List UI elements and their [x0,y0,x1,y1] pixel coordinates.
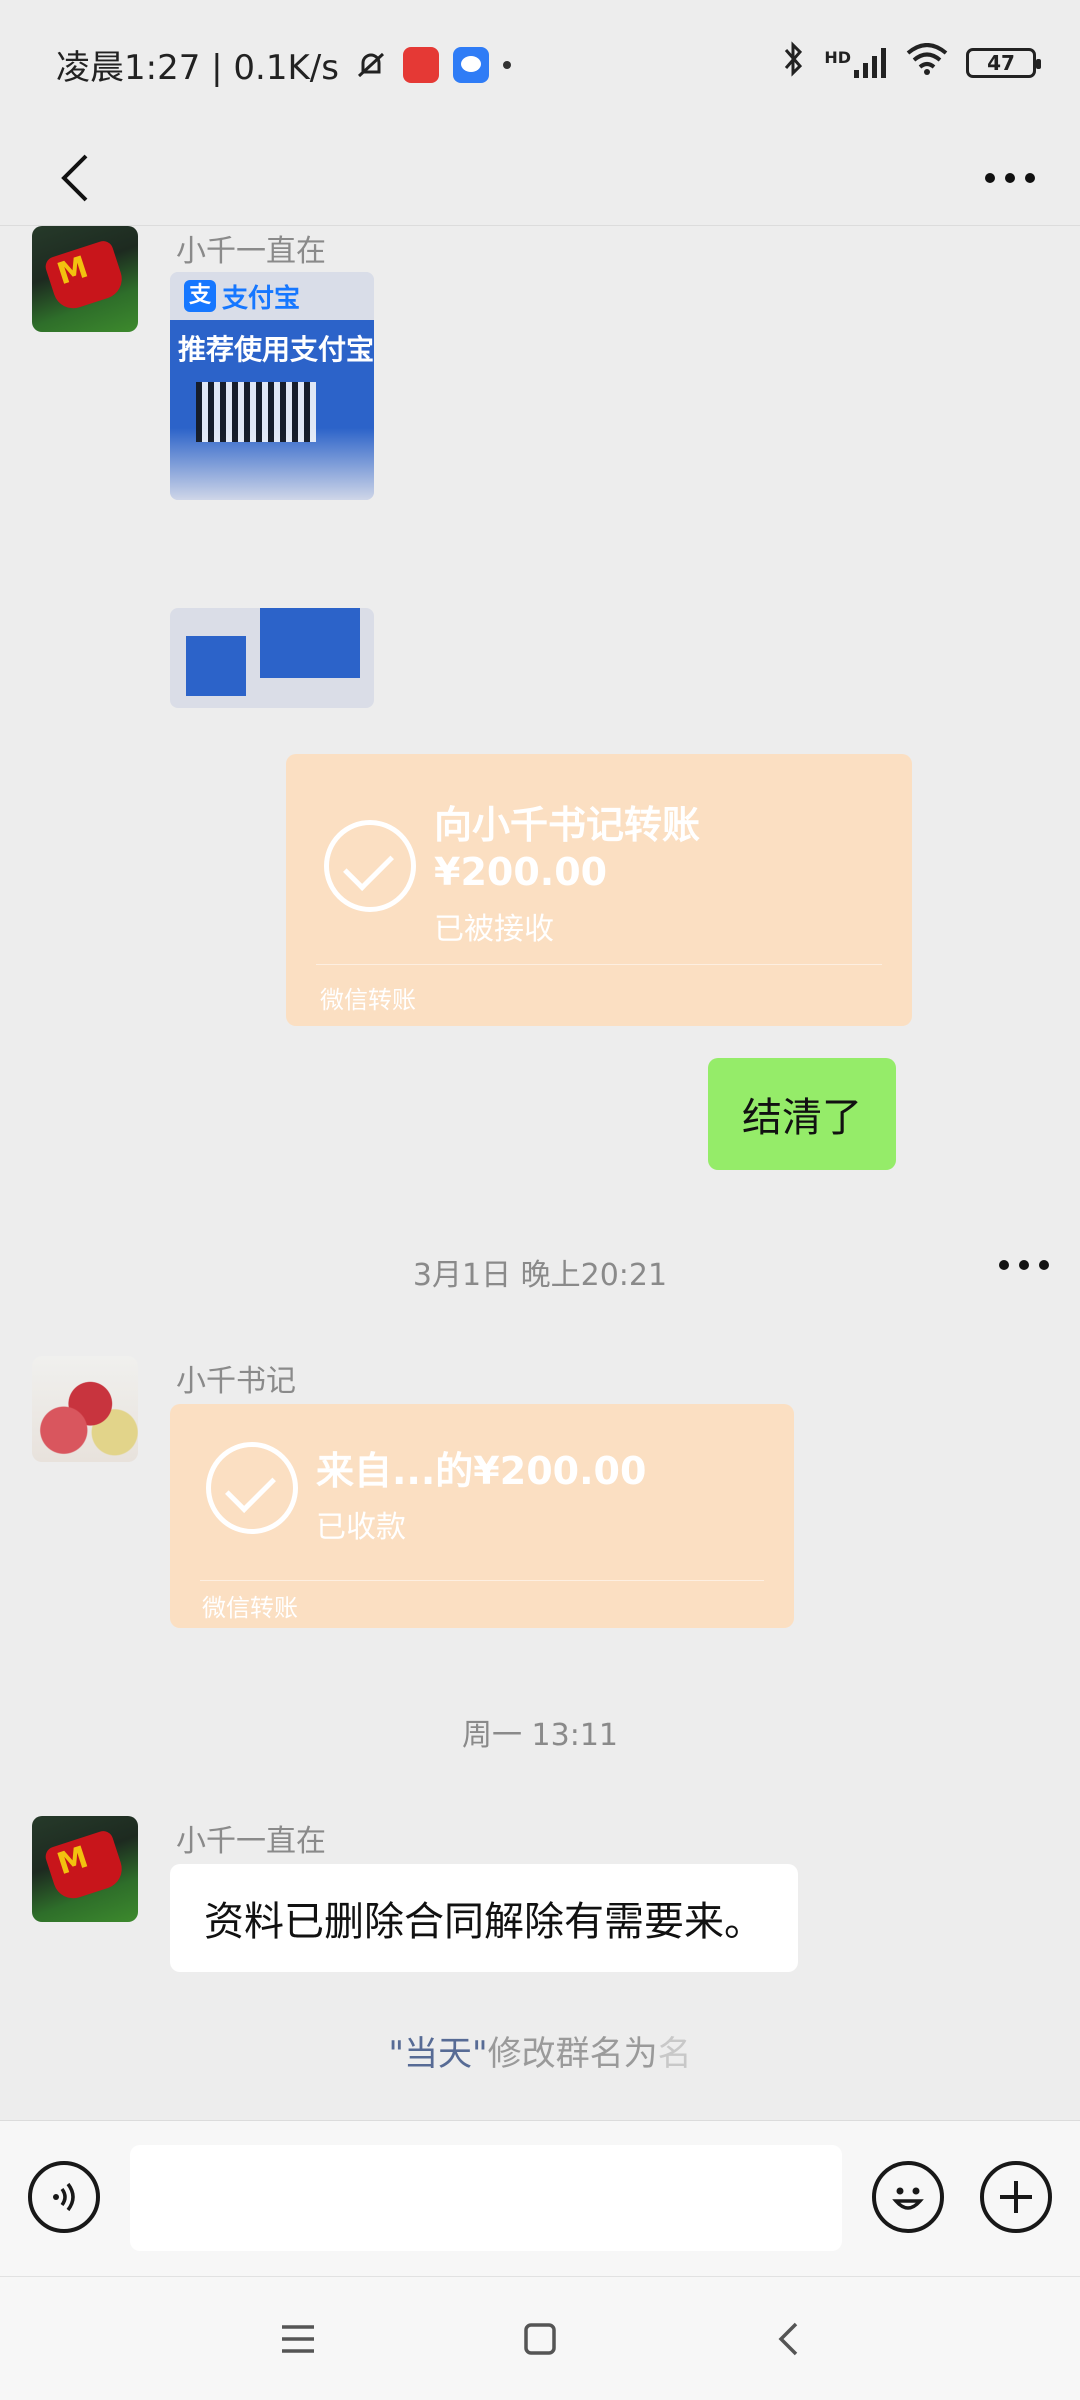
message-app-icon [452,46,489,83]
emoji-icon [892,2187,924,2210]
menu-icon [282,2325,314,2353]
alipay-banner-text: 推荐使用支付宝 [178,333,374,366]
more-functions-button[interactable] [980,2161,1052,2233]
battery-indicator: 47 [966,47,1041,78]
system-message-text: 修改群名为 [487,2034,658,2074]
signal-icon: HD [824,47,888,78]
chat-input-bar [0,2120,1080,2276]
back-button[interactable] [36,138,116,218]
bluetooth-icon [782,40,806,85]
avatar[interactable] [32,226,138,332]
more-options-button[interactable] [970,138,1050,218]
timestamp: 3月1日 晚上20:21 [412,1258,668,1293]
system-message-trail: 名 [657,2034,692,2074]
message-input[interactable] [130,2145,842,2251]
transfer-title: 来自...的¥200.00 [316,1449,647,1493]
transfer-footer: 微信转账 [202,1594,298,1622]
status-bar: 凌晨1:27 | 0.1K/s HD 47 [0,0,1080,126]
avatar[interactable] [32,1356,138,1462]
sent-text-bubble[interactable]: 结清了 [708,1058,896,1170]
image-message[interactable] [170,608,374,708]
group-name-link[interactable]: "当天" [388,2034,487,2074]
system-message: "当天"修改群名为名 [0,2026,1080,2075]
status-time-speed: 凌晨1:27 | 0.1K/s [56,48,339,88]
transfer-status: 已收款 [316,1510,406,1545]
back-icon [778,2322,798,2356]
system-back-button[interactable] [756,2307,820,2371]
check-circle-icon [324,820,416,912]
image-message[interactable]: 支付宝 推荐使用支付宝 [170,272,374,500]
home-button[interactable] [508,2307,572,2371]
transfer-footer: 微信转账 [320,986,416,1014]
sender-name: 小千一直在 [176,1824,326,1859]
more-dots-icon [985,173,1035,183]
mute-bell-icon [353,47,389,83]
status-right: HD 47 [782,40,1041,85]
timestamp: 周一 13:11 [462,1718,618,1753]
chevron-left-icon [61,154,88,202]
system-navigation-bar [0,2276,1080,2400]
received-text-bubble[interactable]: 资料已删除合同解除有需要来。 [170,1864,798,1972]
home-icon [524,2323,556,2355]
qr-code-image [196,382,316,442]
status-left: 凌晨1:27 | 0.1K/s [56,40,511,89]
alipay-logo-text: 支付宝 [170,272,374,320]
transfer-amount: ¥200.00 [434,850,608,894]
more-dots-icon[interactable] [998,1256,1050,1275]
recent-apps-button[interactable] [266,2307,330,2371]
transfer-card-received[interactable]: 来自...的¥200.00 已收款 微信转账 [170,1404,794,1628]
more-notifications-dot [502,60,511,69]
chat-header [0,126,1080,226]
avatar[interactable] [32,1816,138,1922]
emoji-button[interactable] [872,2161,944,2233]
wifi-icon [906,43,948,82]
app-notification-icon [402,46,439,83]
transfer-title: 向小千书记转账 [434,803,701,847]
sender-name: 小千书记 [176,1364,296,1399]
voice-icon [53,2182,75,2212]
check-circle-icon [206,1442,298,1534]
transfer-status: 已被接收 [434,912,554,947]
chat-message-list[interactable]: 小千一直在 支付宝 推荐使用支付宝 向小千书记转账 ¥200.00 已被接收 微… [0,226,1080,2120]
plus-icon [1000,2181,1032,2213]
sender-name: 小千一直在 [176,234,326,269]
transfer-card-sent[interactable]: 向小千书记转账 ¥200.00 已被接收 微信转账 [286,754,912,1026]
voice-input-button[interactable] [28,2161,100,2233]
